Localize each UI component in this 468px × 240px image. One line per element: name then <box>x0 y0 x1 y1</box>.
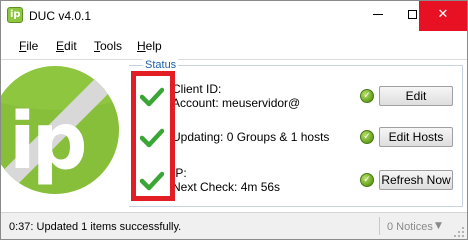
highlight-box <box>131 71 175 201</box>
close-icon: ✕ <box>437 7 449 22</box>
status-legend: Status <box>143 59 179 71</box>
ok-status-icon: ✓ <box>360 130 374 144</box>
account-label: Account: meuservidor@ <box>172 96 301 110</box>
refresh-now-button[interactable]: Refresh Now <box>379 170 453 190</box>
client-id-label: Client ID: <box>172 82 222 96</box>
status-message: 0:37: Updated 1 items successfully. <box>9 221 182 233</box>
notices-dropdown[interactable]: 0 Notices <box>387 221 433 233</box>
status-bar: 0:37: Updated 1 items successfully. 0 No… <box>1 212 467 239</box>
maximize-icon <box>407 10 417 19</box>
chevron-down-icon[interactable]: ▼ <box>435 221 442 231</box>
resize-grip-icon[interactable] <box>453 226 465 238</box>
close-button[interactable]: ✕ <box>419 1 467 31</box>
window-title: DUC v4.0.1 <box>29 9 92 23</box>
ip-logo: ip <box>1 60 129 210</box>
menu-help[interactable]: Help <box>137 39 162 53</box>
edit-hosts-button[interactable]: Edit Hosts <box>379 127 453 147</box>
next-check-label: Next Check: 4m 56s <box>172 180 281 194</box>
minimize-button[interactable] <box>361 1 395 31</box>
updating-label: Updating: 0 Groups & 1 hosts <box>172 130 330 144</box>
edit-button[interactable]: Edit <box>379 86 453 106</box>
title-bar[interactable]: ip DUC v4.0.1 ✕ <box>1 1 467 31</box>
minimize-icon <box>373 14 383 15</box>
menu-edit[interactable]: Edit <box>56 39 77 53</box>
app-icon: ip <box>7 7 23 23</box>
status-separator <box>379 217 380 235</box>
menu-file[interactable]: File <box>19 39 38 53</box>
ip-logo-graphic: ip <box>1 66 119 194</box>
ok-status-icon: ✓ <box>360 173 374 187</box>
ok-status-icon: ✓ <box>360 89 374 103</box>
menu-bar: File Edit Tools Help <box>1 35 467 57</box>
svg-text:ip: ip <box>9 97 85 187</box>
duc-window: ip DUC v4.0.1 ✕ File Edit Tools Help ip … <box>0 0 468 240</box>
menu-tools[interactable]: Tools <box>94 39 122 53</box>
